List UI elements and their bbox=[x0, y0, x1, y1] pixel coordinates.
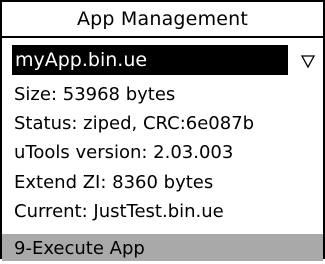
current-app-info: Current: JustTest.bin.ue bbox=[14, 201, 224, 222]
status-info: Status: ziped, CRC:6e087b bbox=[14, 113, 255, 134]
extend-zi-info: Extend ZI: 8360 bytes bbox=[14, 172, 214, 193]
screen-title: App Management bbox=[76, 8, 249, 30]
title-divider bbox=[2, 36, 323, 38]
down-triangle-icon[interactable] bbox=[300, 53, 316, 69]
app-select-dropdown[interactable]: myApp.bin.ue bbox=[12, 45, 318, 75]
size-info: Size: 53968 bytes bbox=[14, 84, 176, 105]
utools-version-info: uTools version: 2.03.003 bbox=[14, 142, 234, 163]
menu-item-label: 9-Execute App bbox=[14, 238, 145, 259]
app-management-screen: App Management myApp.bin.ue Size: 53968 … bbox=[0, 0, 325, 261]
menu-item-execute-app[interactable]: 9-Execute App bbox=[2, 234, 323, 261]
app-select-value[interactable]: myApp.bin.ue bbox=[12, 45, 288, 75]
